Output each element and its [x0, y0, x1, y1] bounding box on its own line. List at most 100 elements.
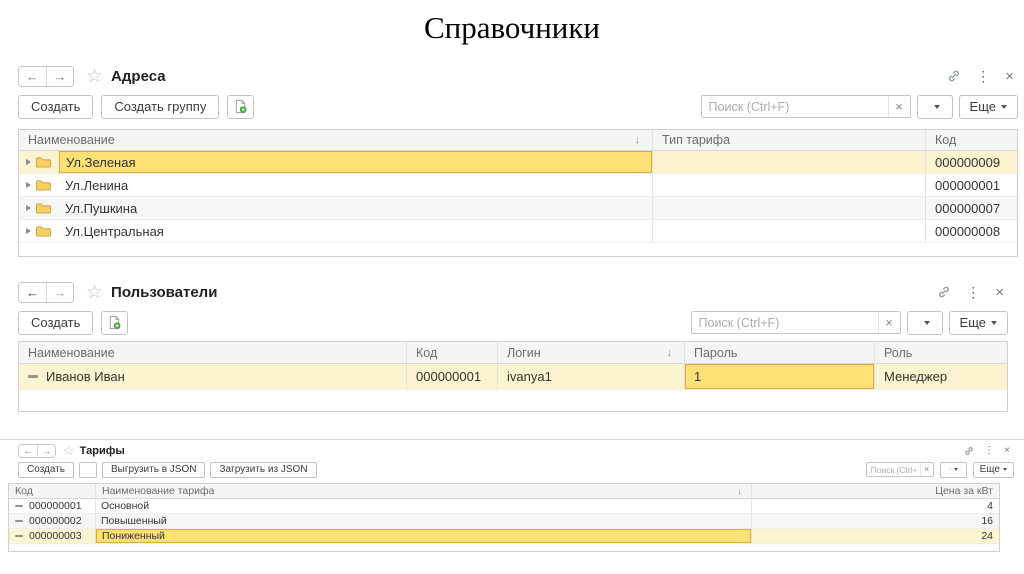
row-price-cell[interactable]: 16	[752, 514, 999, 528]
favorite-star-icon[interactable]: ☆	[63, 444, 75, 457]
row-price-cell[interactable]: 24	[752, 529, 999, 543]
column-header-role[interactable]: Роль	[875, 342, 1007, 363]
row-name-cell[interactable]: Повышенный	[96, 514, 751, 528]
column-header-password[interactable]: Пароль	[685, 342, 875, 363]
row-name-cell[interactable]: Ул.Пушкина	[59, 197, 652, 219]
column-header-name[interactable]: Наименование ↓	[19, 130, 653, 150]
row-role-cell[interactable]: Менеджер	[875, 364, 1007, 389]
row-code-cell[interactable]: 000000007	[926, 197, 1017, 219]
more-button[interactable]: Еще	[958, 94, 1018, 119]
create-copy-button[interactable]	[227, 94, 255, 119]
create-button[interactable]: Создать	[18, 310, 94, 335]
close-icon[interactable]: ×	[1005, 69, 1014, 84]
search-clear-icon[interactable]: ×	[887, 96, 910, 117]
caret-down-icon	[1003, 468, 1007, 471]
link-icon[interactable]	[964, 446, 974, 456]
document-plus-icon	[236, 99, 247, 114]
create-copy-button[interactable]	[79, 461, 98, 478]
row-code-cell[interactable]: 000000008	[926, 220, 1017, 242]
sort-descending-icon: ↓	[634, 134, 641, 146]
back-button[interactable]: ←	[19, 282, 46, 302]
row-code-cell[interactable]: 000000001	[926, 174, 1017, 196]
column-header-tariff-name[interactable]: Наименование тарифа ↓	[96, 484, 752, 498]
table-row[interactable]: 000000001 Основной 4	[9, 499, 999, 514]
nav-buttons: ← →	[18, 65, 74, 87]
search-button[interactable]	[916, 94, 953, 119]
panel-tariffs: ← → ☆ Тарифы ⋮ × Создать Выгрузить в JSO…	[8, 443, 1014, 552]
search-button[interactable]	[939, 461, 967, 478]
search-input[interactable]	[701, 99, 888, 114]
back-button[interactable]: ←	[19, 444, 37, 457]
menu-dots-icon[interactable]: ⋮	[984, 445, 994, 456]
more-button[interactable]: Еще	[972, 461, 1014, 478]
row-name-cell[interactable]: Ул.Зеленая	[59, 151, 652, 173]
row-price-cell[interactable]: 4	[752, 499, 999, 513]
table-row[interactable]: Ул.Зеленая 000000009	[19, 151, 1017, 174]
table-row[interactable]: 000000003 Пониженный 24	[9, 529, 999, 544]
row-name-cell[interactable]: Основной	[96, 499, 751, 513]
more-label: Еще	[969, 99, 996, 114]
back-button[interactable]: ←	[19, 66, 46, 86]
row-code-cell[interactable]: 000000001	[29, 500, 82, 512]
panel-title: Тарифы	[79, 444, 125, 457]
addresses-table: Наименование ↓ Тип тарифа Код Ул.Зеленая…	[18, 129, 1018, 257]
row-tariff-type-cell[interactable]	[653, 220, 926, 242]
row-tariff-type-cell[interactable]	[653, 174, 926, 196]
row-name-cell[interactable]: Иванов Иван	[46, 369, 125, 384]
expand-arrow-icon[interactable]	[26, 228, 31, 234]
create-copy-button[interactable]	[101, 310, 129, 335]
row-code-cell[interactable]: 000000009	[926, 151, 1017, 173]
column-header-login[interactable]: Логин ↓	[498, 342, 685, 363]
forward-button[interactable]: →	[37, 444, 55, 457]
nav-buttons: ← →	[18, 443, 56, 458]
column-header-tariff-type[interactable]: Тип тарифа	[653, 130, 926, 150]
row-tariff-type-cell[interactable]	[653, 197, 926, 219]
table-row[interactable]: 000000002 Повышенный 16	[9, 514, 999, 529]
column-header-code[interactable]: Код	[9, 484, 96, 498]
row-code-cell[interactable]: 000000001	[407, 364, 498, 389]
table-row[interactable]: Ул.Центральная 000000008	[19, 220, 1017, 243]
import-json-button[interactable]: Загрузить из JSON	[210, 461, 317, 478]
row-login-cell[interactable]: ivanya1	[498, 364, 685, 389]
menu-dots-icon[interactable]: ⋮	[976, 69, 990, 83]
more-button[interactable]: Еще	[948, 310, 1008, 335]
link-icon[interactable]	[937, 285, 951, 299]
create-button[interactable]: Создать	[18, 94, 94, 119]
row-tariff-type-cell[interactable]	[653, 151, 926, 173]
row-password-cell-selected[interactable]: 1	[685, 364, 874, 389]
row-code-cell[interactable]: 000000002	[29, 515, 82, 527]
menu-dots-icon[interactable]: ⋮	[966, 285, 980, 299]
table-empty-area	[9, 544, 999, 551]
column-header-name[interactable]: Наименование	[19, 342, 407, 363]
search-button[interactable]	[906, 310, 943, 335]
item-dash-icon	[15, 520, 23, 522]
expand-arrow-icon[interactable]	[26, 205, 31, 211]
expand-arrow-icon[interactable]	[26, 182, 31, 188]
table-row[interactable]: Ул.Ленина 000000001	[19, 174, 1017, 197]
row-code-cell[interactable]: 000000003	[29, 530, 82, 542]
favorite-star-icon[interactable]: ☆	[86, 67, 103, 86]
search-clear-icon[interactable]: ×	[919, 463, 933, 476]
row-name-cell-selected[interactable]: Пониженный	[96, 529, 751, 543]
forward-button[interactable]: →	[46, 66, 73, 86]
search-input[interactable]	[866, 464, 920, 475]
table-row[interactable]: Иванов Иван 000000001 ivanya1 1 Менеджер	[19, 364, 1007, 390]
expand-arrow-icon[interactable]	[26, 159, 31, 165]
create-button[interactable]: Создать	[18, 461, 75, 478]
close-icon[interactable]: ×	[1004, 445, 1010, 456]
column-header-code[interactable]: Код	[407, 342, 498, 363]
column-header-code[interactable]: Код	[926, 130, 1017, 150]
link-icon[interactable]	[947, 69, 961, 83]
favorite-star-icon[interactable]: ☆	[86, 283, 103, 302]
search-clear-icon[interactable]: ×	[877, 312, 900, 333]
close-icon[interactable]: ×	[995, 285, 1004, 300]
export-json-button[interactable]: Выгрузить в JSON	[102, 461, 206, 478]
row-name-cell[interactable]: Ул.Центральная	[59, 220, 652, 242]
table-row[interactable]: Ул.Пушкина 000000007	[19, 197, 1017, 220]
search-input[interactable]	[691, 315, 878, 330]
column-header-price[interactable]: Цена за кВт	[752, 484, 999, 498]
create-group-button[interactable]: Создать группу	[101, 94, 220, 119]
row-name-cell[interactable]: Ул.Ленина	[59, 174, 652, 196]
forward-button[interactable]: →	[46, 282, 73, 302]
magnifier-icon	[919, 322, 921, 323]
